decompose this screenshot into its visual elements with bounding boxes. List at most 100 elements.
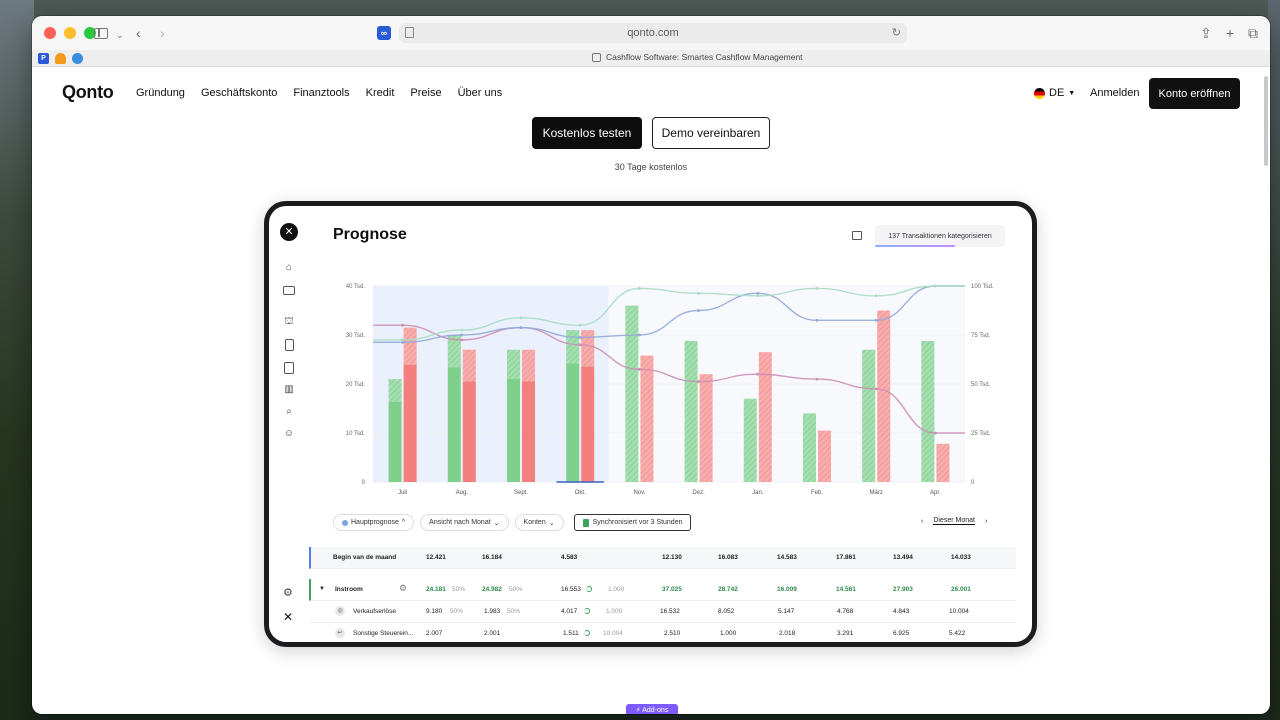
next-month-icon[interactable]: › xyxy=(985,518,987,525)
nav-kredit[interactable]: Kredit xyxy=(366,87,395,99)
login-link[interactable]: Anmelden xyxy=(1090,87,1140,99)
new-tab-icon[interactable]: + xyxy=(1226,25,1234,42)
table-cell: 14.033 xyxy=(951,554,971,561)
bar-inflow xyxy=(447,367,461,482)
qonto-logo[interactable]: Qonto xyxy=(62,82,114,103)
bar-outflow xyxy=(936,443,950,482)
series-point xyxy=(697,291,700,295)
table-row-verkauf[interactable]: ◎ Verkaufserlöse 9.180 50% 1.983 50% 4.0… xyxy=(309,601,1016,623)
language-selector[interactable]: DE ▼ xyxy=(1034,87,1075,99)
table-cell: 10.004 xyxy=(949,608,969,615)
bar-outflow xyxy=(522,381,536,482)
caret-down-icon: ▼ xyxy=(1068,89,1076,97)
close-window-button[interactable] xyxy=(44,27,56,39)
nav-preise[interactable]: Preise xyxy=(410,87,441,99)
pinned-tab-cloud-icon[interactable] xyxy=(55,52,66,64)
nav-gruendung[interactable]: Gründung xyxy=(136,87,185,99)
table-cell: 50% xyxy=(507,608,521,615)
series-point xyxy=(638,333,641,337)
table-cell: 17.861 xyxy=(836,554,856,561)
series-point xyxy=(874,294,878,298)
chart-icon[interactable]: ▥ xyxy=(283,384,295,396)
table-cell: 24.181 xyxy=(426,586,446,593)
categorize-transactions-button[interactable]: 137 Transaktionen kategorisieren xyxy=(875,225,1005,247)
series-point xyxy=(697,380,700,383)
expand-caret-icon[interactable]: ▼ xyxy=(319,586,325,592)
share-icon[interactable]: ⇪ xyxy=(1200,25,1212,42)
table-cell: 4.843 xyxy=(893,608,910,615)
series-point xyxy=(401,323,404,327)
home-icon[interactable]: ⌂ xyxy=(283,262,295,274)
open-account-button[interactable]: Konto eröffnen xyxy=(1149,78,1240,109)
table-cell: 28.742 xyxy=(718,586,738,593)
nav-finanztools[interactable]: Finanztools xyxy=(293,87,349,99)
pinned-tab-p-icon[interactable]: P xyxy=(38,52,49,64)
page-scrollbar[interactable] xyxy=(1264,76,1268,166)
bar-inflow xyxy=(743,398,757,482)
chevron-down-icon[interactable]: ⌄ xyxy=(116,27,124,43)
x-tick-label: Okt. xyxy=(575,490,586,496)
table-cell: 13.494 xyxy=(893,554,913,561)
mail-icon[interactable] xyxy=(283,286,295,295)
minimize-window-button[interactable] xyxy=(64,27,76,39)
series-point xyxy=(460,333,464,337)
accounts-dropdown[interactable]: Konten ⌄ xyxy=(514,514,564,531)
x-tick-label: März xyxy=(870,490,883,496)
x-tick-label: Sept. xyxy=(514,490,528,496)
y-right-tick-label: 0 xyxy=(971,480,975,486)
free-trial-button[interactable]: Kostenlos testen xyxy=(532,117,642,149)
prev-month-icon[interactable]: ‹ xyxy=(921,518,923,525)
table-cell: 50% xyxy=(450,608,464,615)
page-title: Prognose xyxy=(333,226,407,243)
tab-overview-icon[interactable]: ⧉ xyxy=(1248,25,1258,42)
main-nav: Gründung Geschäftskonto Finanztools Kred… xyxy=(136,87,518,99)
table-cell: 1.000 xyxy=(606,608,623,615)
categorize-progress-bar xyxy=(875,245,955,247)
y-right-tick-label: 100 Tsd. xyxy=(971,284,994,290)
row-label: Begin van de maand xyxy=(333,554,397,561)
addons-badge[interactable]: ⚡ Add-ons xyxy=(626,704,678,714)
browser-window: ⌄ ‹ › ∞ qonto.com ↻ ⇪ + ⧉ P Cashflow Sof… xyxy=(32,16,1270,714)
row-label: Instroom xyxy=(335,586,363,593)
receipt-icon[interactable] xyxy=(285,339,294,351)
address-bar[interactable]: qonto.com ↻ xyxy=(399,23,907,43)
settings-icon[interactable]: ⚙ xyxy=(399,583,407,594)
current-month-button[interactable]: Dieser Monat xyxy=(933,517,975,525)
forward-arrow-icon[interactable]: › xyxy=(160,25,165,41)
nav-ueber-uns[interactable]: Über uns xyxy=(458,87,503,99)
table-row-instroom[interactable]: ▼ Instroom ⚙ 24.181 50% 24.982 50% 16.55… xyxy=(309,579,1016,601)
bar-outflow xyxy=(818,430,832,482)
sync-status-button[interactable]: Synchronisiert vor 3 Stunden xyxy=(573,514,692,531)
table-cell: 1.511 xyxy=(563,630,579,637)
search-document-icon[interactable]: ⌕ xyxy=(283,406,295,418)
reload-icon[interactable]: ↻ xyxy=(892,26,901,39)
sidebar-toggle-icon[interactable] xyxy=(94,28,108,39)
export-icon[interactable] xyxy=(852,231,862,240)
back-arrow-icon[interactable]: ‹ xyxy=(136,25,141,41)
y-left-tick-label: 0 xyxy=(362,480,366,486)
nav-geschaeftskonto[interactable]: Geschäftskonto xyxy=(201,87,277,99)
book-demo-button[interactable]: Demo vereinbaren xyxy=(652,117,770,149)
series-point xyxy=(934,284,937,288)
tab-title-text: Cashflow Software: Smartes Cashflow Mana… xyxy=(606,52,803,62)
forecast-dot-icon xyxy=(342,519,348,526)
pinned-tab-globe-icon[interactable] xyxy=(72,52,83,64)
documents-icon[interactable] xyxy=(284,362,294,374)
gear-icon[interactable]: ⚙ xyxy=(283,586,293,599)
series-point xyxy=(519,316,523,320)
chevron-down-icon: ⌄ xyxy=(493,519,500,527)
series-point xyxy=(578,343,582,347)
bank-icon[interactable]: ⛫ xyxy=(283,316,295,328)
table-row-sonstige[interactable]: ↩ Sonstige Steuerein... 2.007 2.001 1.51… xyxy=(309,623,1016,642)
view-dropdown[interactable]: Ansicht nach Monat ⌄ xyxy=(420,514,509,531)
collapse-icon[interactable]: ✕ xyxy=(283,610,293,624)
bar-outflow-planned xyxy=(522,349,536,382)
series-point xyxy=(874,387,878,391)
team-icon[interactable]: ☺ xyxy=(283,428,295,440)
main-forecast-dropdown[interactable]: Hauptprognose ^ xyxy=(333,514,415,531)
active-tab[interactable]: Cashflow Software: Smartes Cashflow Mana… xyxy=(592,52,803,62)
qonto-app-logo-icon[interactable]: ✕ xyxy=(280,223,298,241)
row-label: Sonstige Steuerein... xyxy=(353,630,414,637)
series-point xyxy=(638,287,641,290)
extension-icon[interactable]: ∞ xyxy=(377,26,391,40)
